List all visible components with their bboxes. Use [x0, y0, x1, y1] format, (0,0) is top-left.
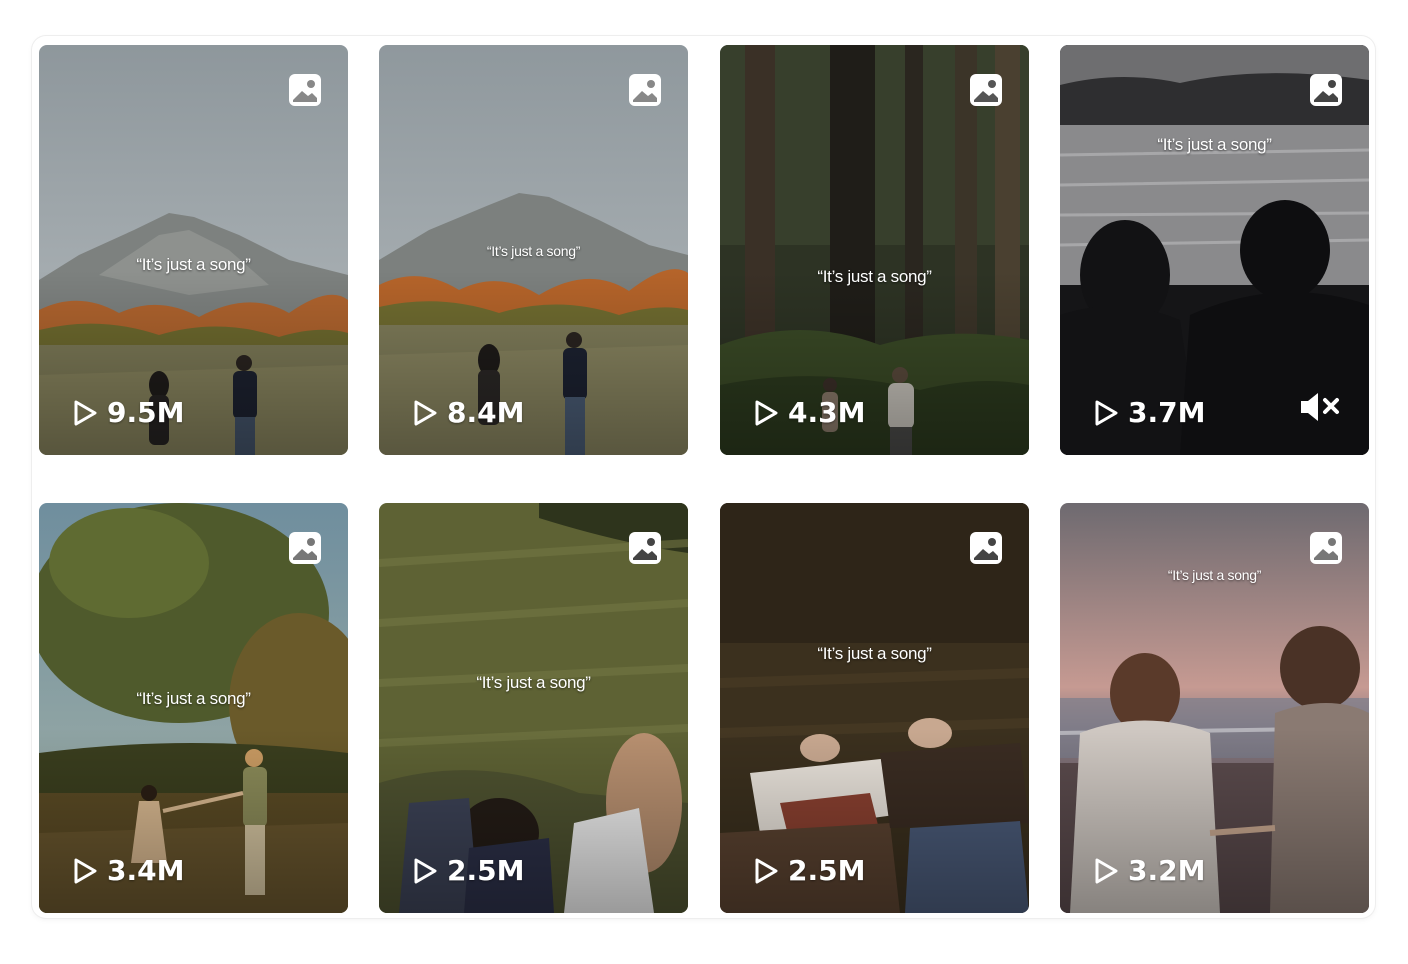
- video-caption: “It’s just a song”: [486, 243, 581, 259]
- play-icon: [74, 400, 97, 425]
- view-count: 3.4M: [71, 854, 184, 887]
- image-icon: [629, 532, 661, 564]
- video-tile-2[interactable]: “It’s just a song” 8.4M: [379, 45, 688, 455]
- view-count-value: 9.5M: [107, 396, 185, 429]
- view-count-value: 8.4M: [447, 396, 525, 429]
- view-count-value: 2.5M: [447, 854, 525, 887]
- view-count: 2.5M: [752, 854, 865, 887]
- play-icon: [1095, 858, 1118, 883]
- image-icon: [970, 532, 1002, 564]
- play-icon: [755, 858, 778, 883]
- video-caption: “It’s just a song”: [136, 255, 251, 274]
- video-tile-6[interactable]: “It’s just a song” 2.5M: [379, 503, 688, 913]
- image-icon: [1310, 532, 1342, 564]
- video-tile-7[interactable]: “It’s just a song” 2.5M: [720, 503, 1029, 913]
- view-count: 9.5M: [71, 396, 184, 429]
- image-icon: [629, 74, 661, 106]
- video-caption: “It’s just a song”: [136, 689, 251, 708]
- view-count: 3.2M: [1092, 854, 1205, 887]
- video-grid: “It’s just a song” 9.5M “It’s just a son…: [32, 36, 1375, 918]
- play-icon: [414, 400, 437, 425]
- play-icon: [1095, 400, 1118, 425]
- image-icon: [1310, 74, 1342, 106]
- video-caption: “It’s just a song”: [817, 644, 932, 663]
- mute-icon[interactable]: [1297, 389, 1343, 425]
- view-count-value: 3.7M: [1128, 396, 1206, 429]
- video-tile-8[interactable]: “It’s just a song” 3.2M: [1060, 503, 1369, 913]
- view-count: 4.3M: [752, 396, 865, 429]
- view-count-value: 2.5M: [788, 854, 866, 887]
- video-tile-3[interactable]: “It’s just a song” 4.3M: [720, 45, 1029, 455]
- play-icon: [414, 858, 437, 883]
- video-tile-1[interactable]: “It’s just a song” 9.5M: [39, 45, 348, 455]
- play-icon: [74, 858, 97, 883]
- video-caption: “It’s just a song”: [476, 673, 591, 692]
- view-count: 8.4M: [411, 396, 524, 429]
- video-caption: “It’s just a song”: [1157, 135, 1272, 154]
- video-tile-5[interactable]: “It’s just a song” 3.4M: [39, 503, 348, 913]
- play-icon: [755, 400, 778, 425]
- image-icon: [289, 74, 321, 106]
- video-caption: “It’s just a song”: [1167, 567, 1262, 583]
- view-count-value: 3.2M: [1128, 854, 1206, 887]
- video-caption: “It’s just a song”: [817, 267, 932, 286]
- view-count: 2.5M: [411, 854, 524, 887]
- image-icon: [970, 74, 1002, 106]
- image-icon: [289, 532, 321, 564]
- view-count-value: 3.4M: [107, 854, 185, 887]
- view-count-value: 4.3M: [788, 396, 866, 429]
- video-tile-4[interactable]: “It’s just a song” 3.7M: [1060, 45, 1369, 455]
- view-count: 3.7M: [1092, 396, 1205, 429]
